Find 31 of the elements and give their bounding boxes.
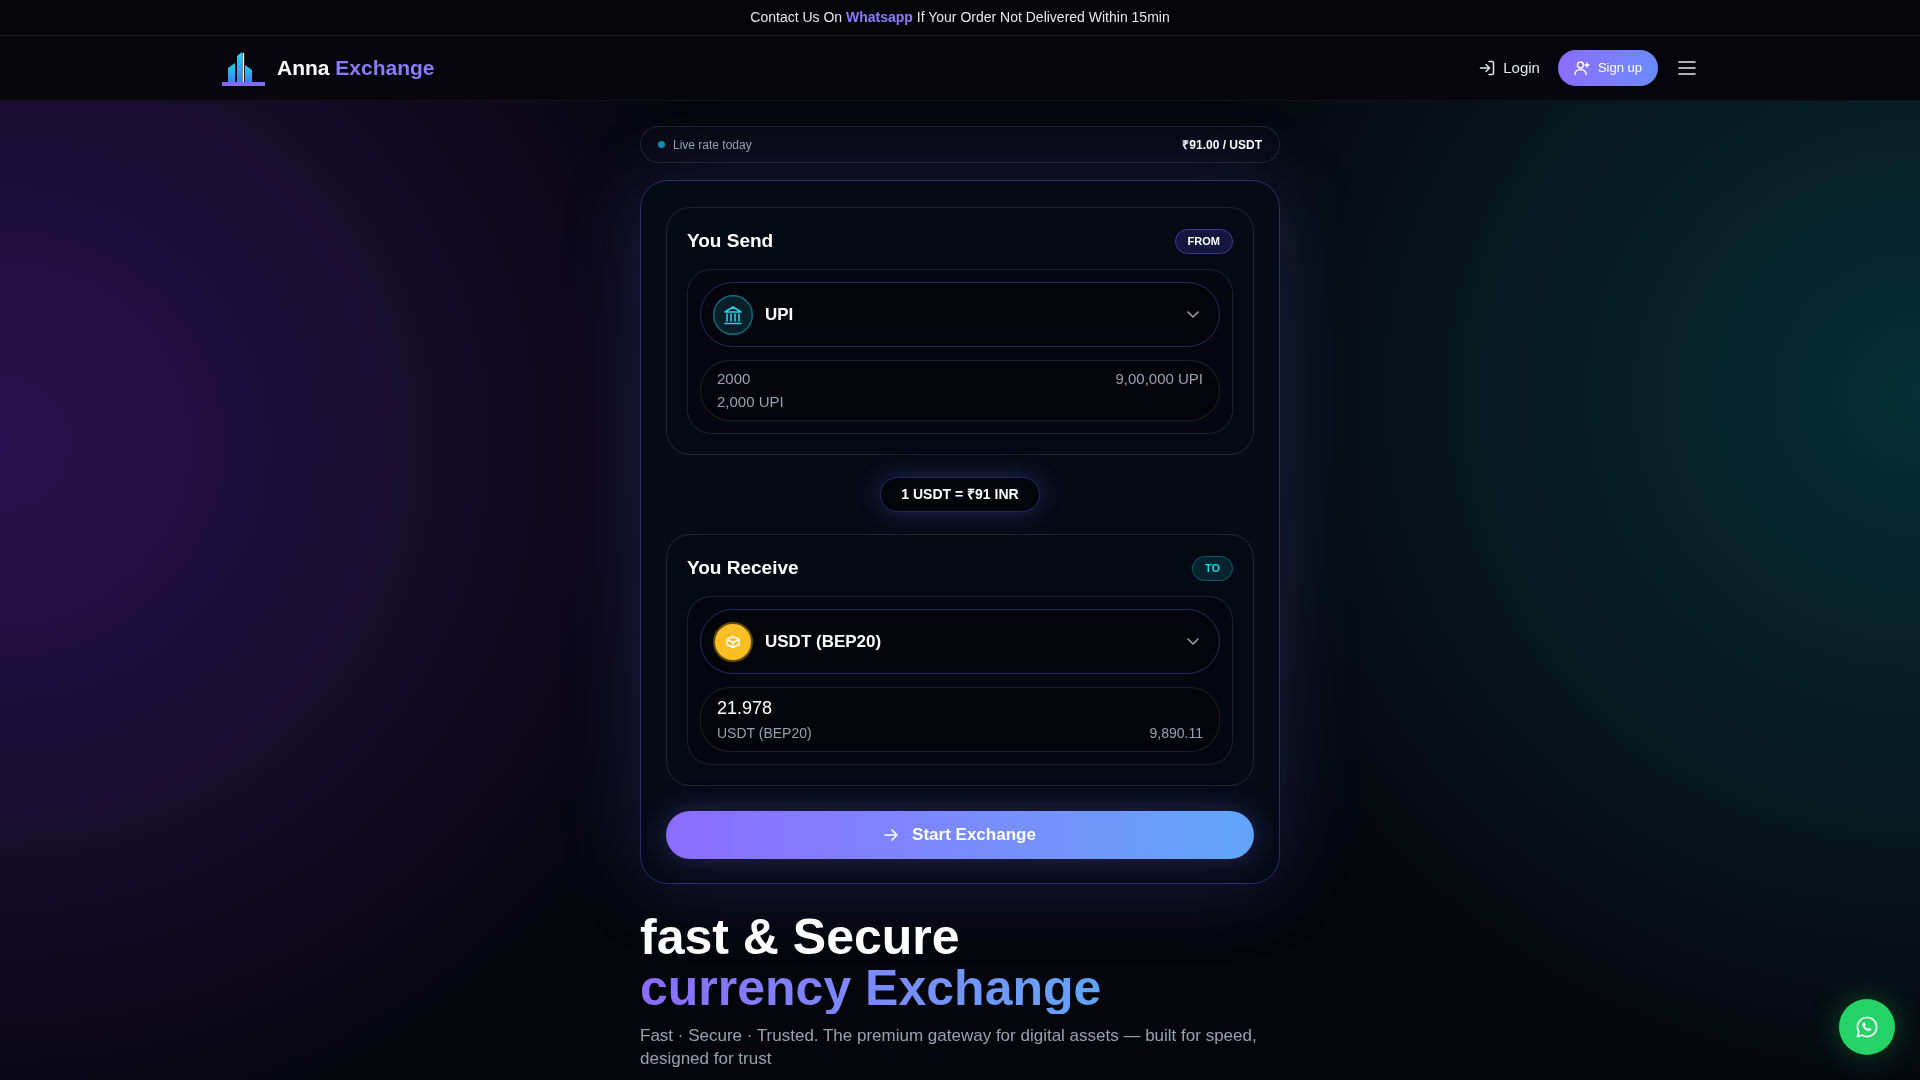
user-plus-icon [1573,60,1590,76]
rate-pill: 1 USDT = ₹91 INR [880,477,1040,512]
chevron-down-icon [1187,638,1199,645]
amount-caption: USDT (BEP20) [717,724,812,743]
amount-input[interactable]: 21.978 [717,695,917,722]
hero-text: Fast · Secure · Trusted. The premium gateway for digital assets — built for speed, designed for trust [640,1025,1258,1070]
announcement-text: Contact Us On Whatsapp If Your Order Not Delivered Within 15min [750,8,1170,27]
coin-icon [713,621,753,662]
bank-icon [713,294,753,335]
currency-select[interactable]: USDT (BEP20) [700,609,1220,674]
direction-tag: FROM [1174,228,1233,254]
panel-title: You Receive [687,555,799,580]
panel-title: You Send [687,228,774,253]
amount-input[interactable]: 2000 [717,367,917,390]
bar-chart-logo-icon [222,50,265,86]
live-rate-label: Live rate today [673,136,752,154]
arrow-right-icon [884,829,899,841]
menu-icon [1678,61,1696,75]
direction-tag: TO [1191,555,1233,581]
limit-value: 9,890.11 [1149,724,1203,743]
logo-text: Anna Exchange [277,55,435,82]
limit-value: 9,00,000 UPI [1115,368,1203,389]
amount-caption: 2,000 UPI [717,392,784,412]
login-icon [1479,60,1496,76]
chevron-down-icon [1187,311,1199,318]
live-rate-value: ₹91.00 / USDT [1182,136,1262,154]
whatsapp-link[interactable]: Whatsapp [846,9,913,25]
login-link[interactable]: Login [1479,56,1540,80]
phone-chat-bubble-icon [1855,1015,1879,1039]
hero-title: fast & Secure [640,912,961,962]
currency-select[interactable]: UPI [700,282,1220,347]
